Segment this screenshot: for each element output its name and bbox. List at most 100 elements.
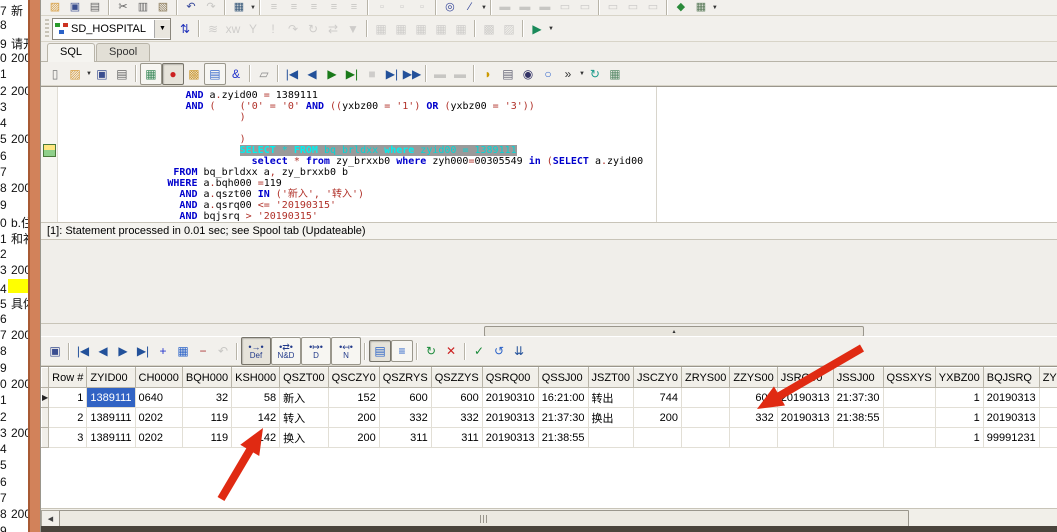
grid-cell[interactable]: 332 (431, 407, 483, 428)
edit-results-toggle-icon[interactable]: ▦ (139, 62, 162, 85)
column-header-zyid00[interactable]: ZYID00 (86, 367, 136, 388)
grid-cell[interactable]: 200 (633, 407, 682, 428)
grid-cell[interactable]: 311 (431, 427, 483, 448)
next-statement-icon[interactable]: ▶| (382, 64, 402, 84)
row-selector[interactable] (41, 407, 50, 428)
edit-icon[interactable]: ∕ (460, 1, 480, 15)
horizontal-scrollbar[interactable]: ◀ (41, 508, 1057, 528)
tab-spool[interactable]: Spool (96, 43, 151, 61)
find-icon[interactable]: ◎ (440, 1, 460, 15)
column-header-qszrys[interactable]: QSZRYS (378, 367, 432, 388)
grid-cell[interactable]: 142 (231, 427, 281, 448)
binoculars-icon[interactable]: ◉ (518, 64, 538, 84)
grid-cell[interactable]: 1 (935, 387, 984, 408)
oilcan-icon[interactable]: ◗ (478, 64, 498, 84)
spool-list-icon[interactable]: ▤ (498, 64, 518, 84)
sort-asc-icon[interactable]: ⇅ (175, 19, 195, 39)
execute-icon[interactable]: ▶ (322, 64, 342, 84)
edit-icon-dropdown[interactable]: ▼ (481, 5, 487, 11)
substitution-icon[interactable]: & (226, 64, 246, 84)
row-selector[interactable]: ▶ (41, 387, 50, 408)
export-icon-dropdown[interactable]: ▼ (548, 26, 554, 32)
grid-cell[interactable]: 换出 (588, 407, 635, 428)
column-header-ch0000[interactable]: CH0000 (134, 367, 183, 388)
grid-cell[interactable]: 换入 (279, 427, 329, 448)
grid-cell[interactable]: 1389111 (86, 407, 136, 428)
connection-dropdown-button[interactable]: ▼ (154, 19, 170, 38)
grid-cell[interactable]: 600 (379, 387, 432, 408)
grid-cell[interactable] (883, 407, 936, 428)
table-icon-dropdown[interactable]: ▼ (250, 5, 256, 11)
grid-cell[interactable]: 21:38:55 (833, 407, 884, 428)
grid-cell[interactable]: 20190313 (983, 387, 1040, 408)
paste-icon[interactable]: ▧ (153, 1, 173, 15)
grid-cell[interactable]: 20190313 (482, 407, 539, 428)
swirl-icon[interactable]: ↻ (585, 64, 605, 84)
prior-statement-icon[interactable]: ◀ (302, 64, 322, 84)
save-grid-icon[interactable]: ▣ (45, 341, 65, 361)
column-header-yxbz00[interactable]: YXBZ00 (934, 367, 984, 388)
grid-cell[interactable]: 1389111 (86, 427, 136, 448)
grid-cell[interactable]: 新入 (279, 387, 329, 408)
grid-cell[interactable]: 600 (729, 387, 778, 408)
column-header-qssxys[interactable]: QSSXYS (882, 367, 936, 388)
last-row-icon[interactable]: ▶| (133, 341, 153, 361)
grid-cell[interactable]: 0202 (135, 407, 183, 428)
next-row-icon[interactable]: ▶ (113, 341, 133, 361)
insert-row-icon[interactable]: + (153, 341, 173, 361)
grid-cell[interactable]: 600 (431, 387, 483, 408)
grid-cell[interactable]: 32 (182, 387, 233, 408)
grid-cell[interactable] (681, 387, 731, 408)
column-header-qssj00[interactable]: QSSJ00 (537, 367, 589, 388)
open-sql-icon[interactable]: ▨ (65, 64, 85, 84)
grid-cell[interactable]: 20190310 (482, 387, 539, 408)
print-sql-icon[interactable]: ▤ (112, 64, 132, 84)
grid-cell[interactable] (681, 407, 731, 428)
grid-cell[interactable] (633, 427, 682, 448)
row-selector[interactable] (41, 427, 50, 448)
grid-cell[interactable]: 1 (935, 407, 984, 428)
fetch-all-icon[interactable]: ⇊ (509, 341, 529, 361)
pane-splitter[interactable]: ▴ (41, 323, 1057, 337)
rollback-icon[interactable]: ↺ (489, 341, 509, 361)
column-header-jsczy0[interactable]: JSCZY0 (633, 367, 682, 388)
zoom-icon[interactable]: ○ (538, 64, 558, 84)
export-icon[interactable]: ▶ (527, 19, 547, 39)
grid-cell[interactable]: 3 (48, 427, 88, 448)
default-order-button[interactable]: •→• Def (241, 337, 271, 365)
grid-cell[interactable]: 119 (182, 407, 233, 428)
first-row-icon[interactable]: |◀ (73, 341, 93, 361)
show-errors-toggle-icon[interactable]: ● (161, 62, 184, 85)
grid-cell[interactable]: 311 (1039, 427, 1057, 448)
grid-cell[interactable]: 1389111 (86, 387, 136, 408)
grid-cell[interactable] (777, 427, 834, 448)
grid-cell[interactable]: 2 (48, 407, 88, 428)
grid-cell[interactable] (883, 427, 936, 448)
column-header-jszt00[interactable]: JSZT00 (587, 367, 635, 388)
column-header-zyys00[interactable]: ZYYS00 (1038, 367, 1057, 388)
column-header-row[interactable]: Row # (48, 367, 88, 388)
grid-view-toggle-icon[interactable]: ▤ (369, 340, 391, 362)
grid-cell[interactable]: 0202 (135, 427, 183, 448)
execute-step-icon[interactable]: ▶| (342, 64, 362, 84)
grid-cell[interactable]: 20190313 (482, 427, 539, 448)
options-icon-dropdown[interactable]: ▼ (712, 5, 718, 11)
column-header-bqjsrq[interactable]: BQJSRQ (982, 367, 1040, 388)
grid-cell[interactable]: 332 (1039, 407, 1057, 428)
grid-cell[interactable]: 58 (231, 387, 281, 408)
options-icon[interactable]: ▦ (691, 1, 711, 15)
dates-button[interactable]: •↦• D (301, 337, 331, 365)
column-header-qszt00[interactable]: QSZT00 (279, 367, 329, 388)
column-header-bqh000[interactable]: BQH000 (181, 367, 233, 388)
column-header-qsrq00[interactable]: QSRQ00 (481, 367, 539, 388)
grid-cell[interactable]: 转入 (279, 407, 329, 428)
grid-cell[interactable]: 332 (379, 407, 432, 428)
grid-cell[interactable]: 1 (48, 387, 88, 408)
connection-combobox[interactable]: SD_HOSPITAL ▼ (52, 17, 171, 40)
cancel-icon[interactable]: ✕ (441, 341, 461, 361)
grid-window-icon[interactable]: ▦ (173, 341, 193, 361)
last-statement-icon[interactable]: ▶▶ (402, 64, 422, 84)
column-header-qsczy0[interactable]: QSCZY0 (327, 367, 380, 388)
chevrons-icon[interactable]: » (558, 64, 578, 84)
column-header-ksh000[interactable]: KSH000 (231, 367, 281, 388)
